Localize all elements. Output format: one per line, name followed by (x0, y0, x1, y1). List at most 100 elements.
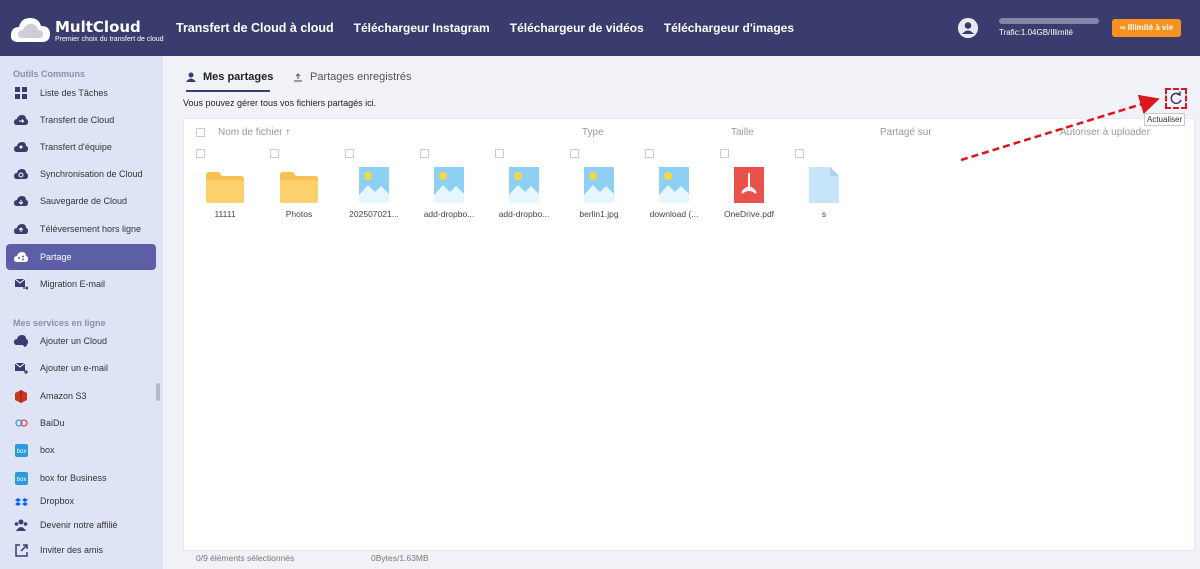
sidebar-item-label: Téléversement hors ligne (40, 224, 142, 234)
sidebar-item-label: Transfert d'équipe (40, 142, 112, 152)
sidebar-item-label: Amazon S3 (40, 391, 87, 401)
svg-text:box: box (16, 449, 26, 455)
file-checkbox[interactable] (495, 149, 504, 158)
sidebar-item-add-cloud[interactable]: Ajouter un Cloud (6, 328, 156, 354)
storage-usage: 0Bytes/1.63MB (371, 553, 429, 563)
file-item[interactable]: s (788, 163, 860, 219)
upgrade-label: Illimité à vie (1127, 23, 1174, 32)
file-item[interactable]: add-dropbo... (413, 163, 485, 219)
sidebar-item-label: Inviter des amis (40, 545, 104, 555)
sidebar-item-label: box (40, 445, 55, 455)
image-file-icon (413, 163, 485, 203)
sidebar-item-label: Sauvegarde de Cloud (40, 196, 128, 206)
share-icon (14, 250, 28, 264)
sidebar-item-label: box for Business (40, 473, 107, 483)
box-business-icon: box (14, 471, 28, 485)
file-checkbox[interactable] (720, 149, 729, 158)
file-item[interactable]: download (... (638, 163, 710, 219)
file-item[interactable]: 11111 (189, 163, 261, 219)
file-item[interactable]: OneDrive.pdf (713, 163, 785, 219)
sidebar-item-cloud-sync[interactable]: Synchronisation de Cloud (6, 161, 156, 187)
page-description: Vous pouvez gérer tous vos fichiers part… (183, 98, 377, 108)
pdf-file-icon (713, 163, 785, 203)
brand-name[interactable]: MultCloud (55, 18, 141, 36)
column-type[interactable]: Type (582, 127, 604, 138)
image-file-icon (488, 163, 560, 203)
sidebar-item-affiliate[interactable]: Devenir notre affilié (6, 512, 156, 538)
annotation-arrow (960, 94, 1160, 162)
sidebar-item-label: Ajouter un e-mail (40, 363, 109, 373)
sidebar-item-task-list[interactable]: Liste des Tâches (6, 80, 156, 106)
traffic-text: Trafic:1.04GB/Illimité (999, 28, 1073, 37)
file-name: download (... (649, 209, 699, 219)
tab-saved-shares[interactable]: Partages enregistrés (293, 71, 412, 83)
sidebar-item-box-business[interactable]: box box for Business (6, 465, 156, 491)
folder-icon (189, 163, 261, 203)
nav-video-downloader[interactable]: Téléchargeur de vidéos (510, 0, 644, 56)
file-checkbox[interactable] (345, 149, 354, 158)
baidu-icon (14, 416, 28, 430)
sidebar-item-email-migration[interactable]: Migration E-mail (6, 271, 156, 297)
dropbox-icon (14, 496, 28, 508)
sidebar-item-label: Liste des Tâches (40, 88, 108, 98)
file-item[interactable]: Photos (263, 163, 335, 219)
cloud-transfer-icon (14, 113, 28, 127)
folder-icon (263, 163, 335, 203)
nav-image-downloader[interactable]: Téléchargeur d'images (664, 0, 794, 56)
column-size[interactable]: Taille (731, 127, 754, 138)
tab-my-shares[interactable]: Mes partages (186, 71, 273, 83)
sidebar-item-remote-upload[interactable]: Téléversement hors ligne (6, 216, 156, 242)
file-name: OneDrive.pdf (723, 209, 775, 219)
email-migration-icon (14, 277, 28, 291)
sidebar-scrollbar[interactable] (156, 383, 160, 401)
sidebar-item-cloud-backup[interactable]: Sauvegarde de Cloud (6, 188, 156, 214)
file-checkbox[interactable] (196, 149, 205, 158)
nav-instagram-downloader[interactable]: Téléchargeur Instagram (354, 0, 490, 56)
file-checkbox[interactable] (270, 149, 279, 158)
column-name-label: Nom de fichier (218, 127, 283, 138)
affiliate-icon (14, 518, 28, 532)
sidebar-item-label: Synchronisation de Cloud (40, 169, 143, 179)
column-shared-on[interactable]: Partagé sur (880, 127, 932, 138)
tab-label: Mes partages (203, 71, 274, 83)
sidebar-item-sharing[interactable]: Partage (6, 244, 156, 270)
sidebar-item-label: Devenir notre affilié (40, 520, 118, 530)
sidebar-item-dropbox[interactable]: Dropbox (6, 492, 156, 508)
sidebar-item-label: Ajouter un Cloud (40, 336, 108, 346)
sidebar-item-invite[interactable]: Inviter des amis (6, 537, 156, 563)
box-icon: box (14, 443, 28, 457)
sidebar-item-baidu[interactable]: BaiDu (6, 410, 156, 436)
team-transfer-icon (14, 140, 28, 154)
upload-icon (14, 222, 28, 236)
sort-ascending-icon: ↑ (285, 127, 291, 138)
file-item[interactable]: 202507021... (338, 163, 410, 219)
selection-status: 0/9 éléments sélectionnés (196, 553, 295, 563)
file-checkbox[interactable] (795, 149, 804, 158)
sidebar-item-label: Partage (40, 252, 72, 262)
multcloud-logo-icon[interactable] (10, 14, 52, 44)
file-item[interactable]: add-dropbo... (488, 163, 560, 219)
sidebar-item-label: BaiDu (40, 418, 65, 428)
svg-text:box: box (16, 477, 26, 483)
main-nav: Transfert de Cloud à cloud Téléchargeur … (176, 0, 814, 56)
nav-cloud-transfer[interactable]: Transfert de Cloud à cloud (176, 0, 334, 56)
sidebar-item-cloud-transfer[interactable]: Transfert de Cloud (6, 107, 156, 133)
column-name[interactable]: Nom de fichier ↑ (218, 127, 290, 138)
sidebar-item-add-email[interactable]: Ajouter un e-mail (6, 355, 156, 381)
file-checkbox[interactable] (645, 149, 654, 158)
add-cloud-icon (14, 334, 28, 348)
sidebar-item-team-transfer[interactable]: Transfert d'équipe (6, 134, 156, 160)
file-panel: Nom de fichier ↑ Type Taille Partagé sur… (183, 118, 1195, 551)
sidebar-section-services: Mes services en ligne (13, 318, 106, 328)
sidebar: Outils Communs Liste des Tâches Transfer… (0, 56, 163, 569)
sidebar-item-amazon-s3[interactable]: Amazon S3 (6, 383, 156, 409)
upgrade-button[interactable]: ∞ Illimité à vie (1112, 19, 1181, 37)
user-avatar-icon[interactable] (958, 18, 978, 38)
sidebar-item-box[interactable]: box box (6, 437, 156, 463)
select-all-checkbox[interactable] (196, 128, 205, 137)
file-name: add-dropbo... (498, 209, 550, 219)
file-name: Photos (285, 209, 313, 219)
file-item[interactable]: berlin1.jpg (563, 163, 635, 219)
file-checkbox[interactable] (420, 149, 429, 158)
file-checkbox[interactable] (570, 149, 579, 158)
